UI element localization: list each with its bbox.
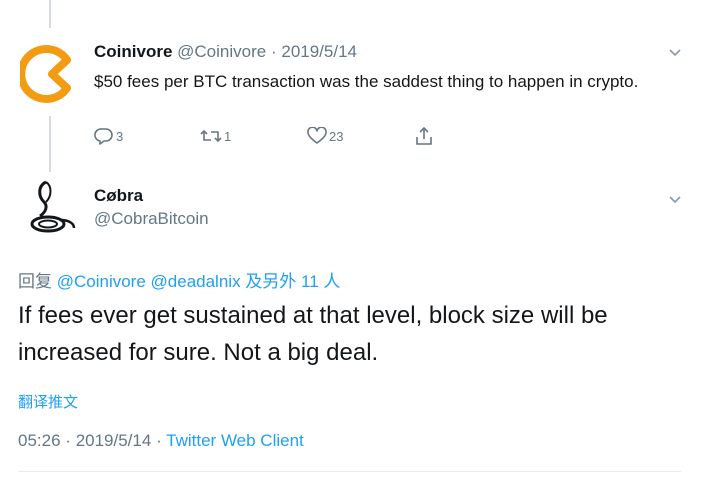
translate-tweet-link[interactable]: 翻译推文 <box>18 391 78 412</box>
tweet2-display-name[interactable]: Cøbra <box>94 186 143 206</box>
reply-context: 回复 @Coinivore @deadalnix 及另外 11 人 <box>18 267 340 292</box>
coinivore-avatar[interactable] <box>20 40 80 108</box>
reply-others[interactable]: 及另外 11 人 <box>245 272 340 291</box>
share-icon <box>416 127 432 145</box>
reply-button[interactable]: 3 <box>94 127 123 145</box>
tweet1-display-name[interactable]: Coinivore <box>94 42 172 61</box>
tweet1-separator: · <box>270 42 277 61</box>
tweet1-text: $50 fees per BTC transaction was the sad… <box>94 72 639 91</box>
thread-line-middle <box>49 116 51 172</box>
tweet2-timestamp: 05:26 · 2019/5/14 · Twitter Web Client <box>18 431 304 451</box>
tweet2-date[interactable]: 2019/5/14 <box>76 431 152 450</box>
tweet2-menu-chevron-down-icon[interactable] <box>668 192 682 206</box>
tweet1-actions: 3 1 23 <box>94 127 454 147</box>
tweet1-header: Coinivore @Coinivore · 2019/5/14 <box>94 42 357 62</box>
divider <box>18 471 681 472</box>
pacman-logo-icon <box>20 45 71 103</box>
like-button[interactable]: 23 <box>307 127 343 145</box>
tweet2-client[interactable]: Twitter Web Client <box>166 431 304 450</box>
tweet2-separator-2: · <box>156 431 162 450</box>
like-count: 23 <box>329 128 344 144</box>
tweet2-handle[interactable]: @CobraBitcoin <box>94 209 209 229</box>
thread-line-top <box>49 0 51 28</box>
tweet2-separator-1: · <box>65 431 71 450</box>
reply-icon <box>94 128 113 145</box>
reply-mentions[interactable]: @Coinivore @deadalnix <box>57 272 241 291</box>
tweet1-handle[interactable]: @Coinivore <box>177 42 266 61</box>
heart-icon <box>307 127 327 144</box>
tweet2-text: If fees ever get sustained at that level… <box>18 302 608 366</box>
retweet-icon <box>200 129 222 143</box>
retweet-button[interactable]: 1 <box>200 127 231 145</box>
reply-count: 3 <box>116 128 124 144</box>
cobra-avatar[interactable] <box>20 176 80 240</box>
cobra-logo-icon <box>30 180 76 233</box>
tweet1-menu-chevron-down-icon[interactable] <box>668 45 682 59</box>
tweet1-date[interactable]: 2019/5/14 <box>281 42 357 61</box>
reply-prefix: 回复 <box>18 272 52 291</box>
share-button[interactable] <box>414 127 434 145</box>
retweet-count: 1 <box>224 128 232 144</box>
tweet2-time[interactable]: 05:26 <box>18 431 61 450</box>
